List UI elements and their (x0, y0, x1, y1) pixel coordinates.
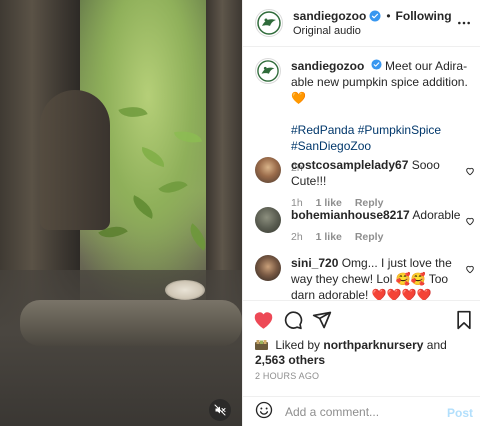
caption-avatar[interactable] (255, 58, 281, 84)
red-panda-fur (165, 280, 205, 300)
comment-item: costcosamplelady67 Sooo Cute!!! 1h 1 lik… (255, 157, 480, 211)
paper-plane-icon (312, 311, 332, 329)
add-comment-input[interactable] (285, 404, 445, 419)
comment-text: Adorable (412, 208, 461, 222)
heart-outline-icon (466, 167, 474, 176)
following-button[interactable]: Following (396, 9, 452, 23)
zoo-logo-icon (257, 11, 281, 35)
comment-username[interactable]: costcosamplelady67 (291, 158, 408, 172)
bookmark-icon (457, 310, 471, 330)
reply-button[interactable]: Reply (355, 231, 384, 243)
author-username[interactable]: sandiegozoo (293, 9, 366, 23)
liked-by-prefix: Liked by (275, 338, 321, 352)
heart-outline-icon (466, 265, 474, 274)
more-horizontal-icon (458, 21, 470, 25)
mute-button[interactable] (209, 399, 231, 421)
comment-icon (284, 311, 303, 330)
avatar[interactable] (255, 9, 283, 37)
heart-filled-icon (254, 312, 273, 329)
post-timestamp[interactable]: 2 HOURS AGO (255, 371, 319, 381)
liker-avatar-icon[interactable] (255, 339, 268, 350)
comment-like-button[interactable] (465, 165, 475, 179)
comment-username[interactable]: bohemianhouse8217 (291, 208, 410, 222)
save-button[interactable] (455, 310, 473, 333)
post-actions-bar (243, 300, 480, 340)
comment-likes[interactable]: 1 like (316, 231, 342, 243)
commenter-avatar[interactable] (255, 157, 281, 183)
post-media[interactable] (0, 0, 242, 426)
caption-hashtags[interactable]: #RedPanda #PumpkinSpice #SanDiegoZoo (291, 122, 473, 154)
comment-time: 2h (291, 231, 303, 243)
liker-username[interactable]: northparknursery (323, 338, 423, 352)
share-button[interactable] (312, 310, 332, 333)
ground (0, 270, 242, 426)
caption-author[interactable]: sandiegozoo (291, 59, 364, 73)
emoji-smile-icon (255, 401, 273, 419)
commenter-avatar[interactable] (255, 255, 281, 281)
more-options-button[interactable] (457, 16, 471, 33)
likes-count[interactable]: 2,563 others (255, 353, 325, 367)
comment-button[interactable] (283, 310, 303, 333)
add-comment-bar: Post (243, 396, 480, 426)
like-button[interactable] (253, 310, 274, 333)
verified-badge-icon (369, 10, 381, 22)
verified-badge-icon (371, 59, 382, 70)
zoo-logo-icon (257, 60, 279, 82)
comment-like-button[interactable] (465, 215, 475, 229)
post-side-panel: sandiegozoo • Following Original audio s… (242, 0, 480, 426)
comment-item: sini_720 Omg... I just love the way they… (255, 255, 480, 303)
comment-username[interactable]: sini_720 (291, 256, 338, 270)
post-comment-button[interactable]: Post (447, 406, 473, 420)
post-header: sandiegozoo • Following Original audio (243, 0, 480, 47)
separator-dot: • (386, 9, 391, 23)
commenter-avatar[interactable] (255, 207, 281, 233)
audio-label[interactable]: Original audio (293, 25, 452, 37)
log (20, 300, 242, 346)
liked-by-conj: and (426, 338, 447, 352)
likes-summary: Liked by northparknursery and 2,563 othe… (255, 338, 475, 368)
tree-trunk-fork (40, 90, 110, 230)
comment-like-button[interactable] (465, 263, 475, 277)
comment-item: bohemianhouse8217 Adorable 2h 1 like Rep… (255, 207, 480, 245)
speaker-muted-icon (214, 404, 226, 416)
emoji-button[interactable] (255, 401, 273, 422)
heart-outline-icon (466, 217, 474, 226)
